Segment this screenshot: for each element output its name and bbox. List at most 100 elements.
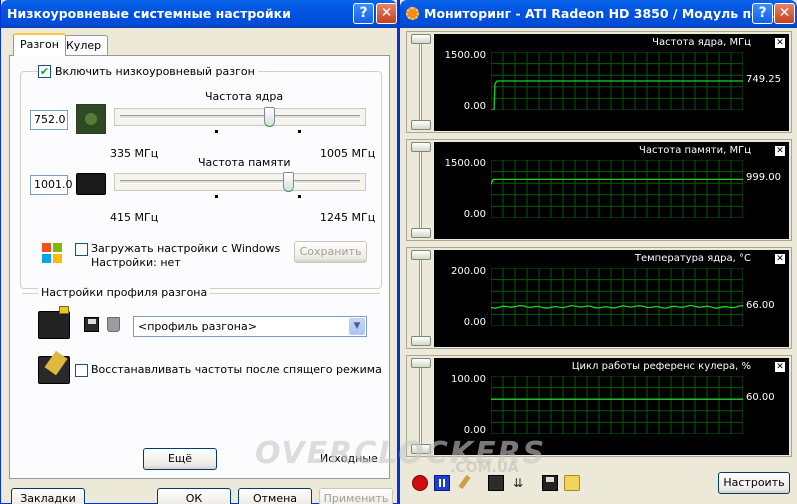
memory-clock-max-label: 1245 МГц xyxy=(320,211,376,224)
graph-current-value: 66.00 xyxy=(746,300,775,311)
graph-current-value: 60.00 xyxy=(746,392,775,403)
slider-tick xyxy=(298,130,301,133)
graph-panel-memory-clock: Частота памяти, МГц ✕ 1500.00 0.00 999.0… xyxy=(406,139,792,241)
save-button[interactable]: Сохранить xyxy=(294,241,367,263)
tab-cooler[interactable]: Кулер xyxy=(59,35,109,55)
slider-tick xyxy=(298,195,301,198)
core-clock-slider-thumb[interactable] xyxy=(264,107,275,127)
graph-range-top-handle[interactable] xyxy=(411,358,431,368)
profile-group-title: Настройки профиля разгона xyxy=(38,286,211,299)
core-clock-slider[interactable] xyxy=(114,107,366,127)
profile-chip-icon xyxy=(38,306,70,339)
graph-ymin-label: 0.00 xyxy=(463,209,486,220)
profile-combo-value: <профиль разгона> xyxy=(138,320,257,333)
app-gear-icon xyxy=(406,7,419,20)
slider-tick xyxy=(215,130,218,133)
graph-ymax-label: 100.00 xyxy=(451,374,486,385)
graph-range-top-handle[interactable] xyxy=(411,142,431,152)
graph-ymin-label: 0.00 xyxy=(463,317,486,328)
load-settings-label: Загружать настройки с Windows xyxy=(91,242,281,255)
double-chevron-down-icon[interactable]: ⇊ xyxy=(510,475,526,491)
window-icon[interactable] xyxy=(488,475,504,491)
graph-core-temperature: Температура ядра, °С ✕ 200.00 0.00 66.00 xyxy=(434,250,789,347)
restore-after-sleep-label: Восстанавливать частоты после спящего ре… xyxy=(91,363,382,376)
graph-range-slider[interactable] xyxy=(419,253,422,343)
graph-range-slider[interactable] xyxy=(419,37,422,127)
window-title: Низкоуровневые системные настройки xyxy=(7,6,291,21)
memory-clock-value[interactable]: 1001.0 xyxy=(30,175,73,195)
low-level-settings-window: Низкоуровневые системные настройки ? ✕ Р… xyxy=(0,0,398,504)
restore-after-sleep-checkbox[interactable]: ✔ xyxy=(75,364,88,377)
graph-plot xyxy=(491,52,743,110)
graph-title: Температура ядра, °С xyxy=(634,253,751,264)
close-icon[interactable]: ✕ xyxy=(775,254,785,264)
monitoring-title-bar[interactable]: Мониторинг - ATI Radeon HD 3850 / Модуль… xyxy=(400,0,797,28)
apply-button[interactable]: Применить xyxy=(319,488,393,504)
graph-series-line xyxy=(491,80,743,110)
graph-range-top-handle[interactable] xyxy=(411,250,431,260)
graph-panel-core-temperature: Температура ядра, °С ✕ 200.00 0.00 66.00 xyxy=(406,247,792,349)
graph-current-value: 999.00 xyxy=(746,172,781,183)
enable-overclock-checkbox[interactable]: ✔ xyxy=(38,65,51,78)
window-title-bar[interactable]: Низкоуровневые системные настройки xyxy=(1,0,397,28)
monitoring-close-button[interactable]: ✕ xyxy=(774,3,795,24)
core-clock-title: Частота ядра xyxy=(205,90,284,103)
memory-chip-icon xyxy=(76,173,106,195)
slider-tick xyxy=(215,195,218,198)
tab-panel: ✔ Включить низкоуровневый разгон Частота… xyxy=(9,55,390,479)
memory-clock-slider[interactable] xyxy=(114,172,366,192)
graph-range-bottom-handle[interactable] xyxy=(411,336,431,346)
chevron-down-icon[interactable]: ▼ xyxy=(349,318,365,335)
graph-title: Частота ядра, МГц xyxy=(652,37,751,48)
graph-core-clock: Частота ядра, МГц ✕ 1500.00 0.00 749.25 xyxy=(434,34,789,131)
graph-current-value: 749.25 xyxy=(746,74,781,85)
graph-range-bottom-handle[interactable] xyxy=(411,228,431,238)
graph-series-line xyxy=(491,304,743,309)
graph-range-top-handle[interactable] xyxy=(411,34,431,44)
save-profile-icon[interactable] xyxy=(84,317,99,332)
help-button[interactable]: ? xyxy=(353,3,374,24)
close-button[interactable]: ✕ xyxy=(376,3,397,24)
graph-plot xyxy=(491,376,743,434)
monitoring-title: Мониторинг - ATI Radeon HD 3850 / Модуль… xyxy=(424,6,785,21)
load-settings-status: Настройки: нет xyxy=(91,256,181,269)
close-icon[interactable]: ✕ xyxy=(775,146,785,156)
graph-title: Цикл работы референс кулера, % xyxy=(571,361,751,372)
graph-title: Частота памяти, МГц xyxy=(639,145,751,156)
graph-plot xyxy=(491,268,743,326)
graph-ymax-label: 1500.00 xyxy=(444,158,486,169)
cancel-button[interactable]: Отмена xyxy=(238,488,312,504)
profile-combo[interactable]: <профиль разгона> ▼ xyxy=(133,316,367,337)
enable-overclock-label: Включить низкоуровневый разгон xyxy=(52,65,258,78)
restore-brush-icon xyxy=(38,350,70,384)
bookmarks-button[interactable]: Закладки xyxy=(11,488,85,504)
delete-profile-icon[interactable] xyxy=(107,317,120,332)
folder-icon[interactable] xyxy=(564,475,580,491)
close-icon[interactable]: ✕ xyxy=(775,362,785,372)
monitoring-help-button[interactable]: ? xyxy=(752,3,773,24)
pause-icon[interactable] xyxy=(434,475,450,491)
load-settings-checkbox[interactable]: ✔ xyxy=(75,243,88,256)
setup-button[interactable]: Настроить xyxy=(718,472,790,494)
memory-clock-title: Частота памяти xyxy=(198,156,291,169)
core-clock-value[interactable]: 752.0 xyxy=(30,110,68,130)
brush-icon[interactable] xyxy=(456,474,472,491)
record-icon[interactable] xyxy=(412,475,428,491)
graph-ymin-label: 0.00 xyxy=(463,101,486,112)
close-icon[interactable]: ✕ xyxy=(775,38,785,48)
graph-range-slider[interactable] xyxy=(419,145,422,235)
memory-clock-min-label: 415 МГц xyxy=(110,211,159,224)
graph-range-bottom-handle[interactable] xyxy=(411,120,431,130)
graph-memory-clock: Частота памяти, МГц ✕ 1500.00 0.00 999.0… xyxy=(434,142,789,239)
memory-clock-slider-thumb[interactable] xyxy=(283,172,294,192)
more-button[interactable]: Ещё xyxy=(143,448,217,470)
save-log-icon[interactable] xyxy=(542,475,558,491)
graph-ymax-label: 200.00 xyxy=(451,266,486,277)
tab-overclock[interactable]: Разгон xyxy=(13,33,66,56)
gpu-chip-icon xyxy=(76,104,106,134)
graph-ymin-label: 0.00 xyxy=(463,425,486,436)
core-clock-min-label: 335 МГц xyxy=(110,147,159,160)
monitoring-window: Мониторинг - ATI Radeon HD 3850 / Модуль… xyxy=(398,0,797,504)
ok-button[interactable]: ОК xyxy=(157,488,231,504)
graph-plot xyxy=(491,160,743,218)
